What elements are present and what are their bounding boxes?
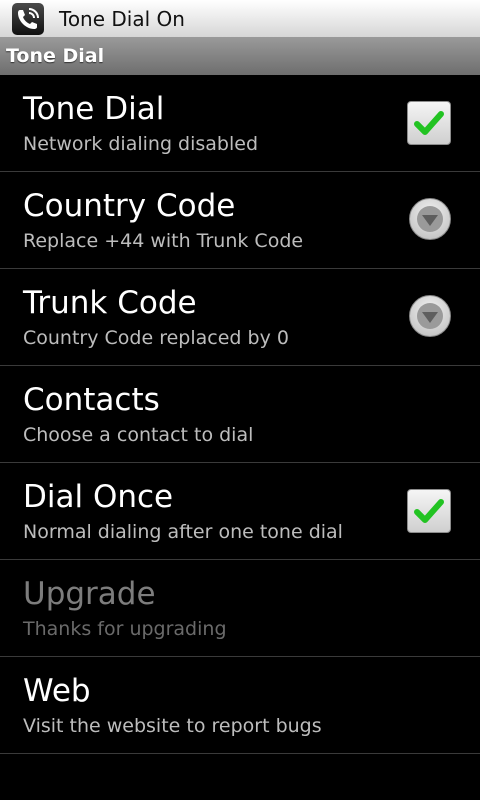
- pref-title: Web: [23, 673, 91, 709]
- preferences-list: Tone Dial Network dialing disabled Count…: [0, 75, 480, 754]
- trunk-code-dropdown[interactable]: [409, 295, 451, 337]
- pref-title: Upgrade: [23, 576, 156, 612]
- pref-summary: Choose a contact to dial: [23, 424, 254, 446]
- pref-summary: Replace +44 with Trunk Code: [23, 230, 304, 252]
- notification-bar[interactable]: Tone Dial On: [0, 0, 480, 37]
- pref-title: Contacts: [23, 382, 160, 418]
- pref-dial-once[interactable]: Dial Once Normal dialing after one tone …: [0, 463, 480, 560]
- dial-once-checkbox[interactable]: [407, 489, 451, 533]
- pref-contacts[interactable]: Contacts Choose a contact to dial: [0, 366, 480, 463]
- tone-dial-checkbox[interactable]: [407, 101, 451, 145]
- pref-summary: Normal dialing after one tone dial: [23, 521, 343, 543]
- pref-summary: Network dialing disabled: [23, 133, 259, 155]
- chevron-down-icon: [417, 206, 443, 232]
- window-title: Tone Dial: [6, 45, 105, 67]
- pref-country-code[interactable]: Country Code Replace +44 with Trunk Code: [0, 172, 480, 269]
- phone-signal-icon: [12, 2, 44, 35]
- pref-summary: Visit the website to report bugs: [23, 715, 322, 737]
- pref-title: Country Code: [23, 188, 236, 224]
- checkmark-icon: [414, 499, 444, 523]
- pref-upgrade: Upgrade Thanks for upgrading: [0, 560, 480, 657]
- pref-web[interactable]: Web Visit the website to report bugs: [0, 657, 480, 754]
- country-code-dropdown[interactable]: [409, 198, 451, 240]
- checkmark-icon: [414, 111, 444, 135]
- pref-title: Trunk Code: [23, 285, 197, 321]
- pref-tone-dial[interactable]: Tone Dial Network dialing disabled: [0, 75, 480, 172]
- pref-title: Dial Once: [23, 479, 174, 515]
- pref-summary: Thanks for upgrading: [23, 618, 227, 640]
- notification-title: Tone Dial On: [59, 6, 185, 31]
- pref-title: Tone Dial: [23, 91, 165, 127]
- chevron-down-icon: [417, 303, 443, 329]
- pref-summary: Country Code replaced by 0: [23, 327, 289, 349]
- pref-trunk-code[interactable]: Trunk Code Country Code replaced by 0: [0, 269, 480, 366]
- window-title-bar: Tone Dial: [0, 37, 480, 75]
